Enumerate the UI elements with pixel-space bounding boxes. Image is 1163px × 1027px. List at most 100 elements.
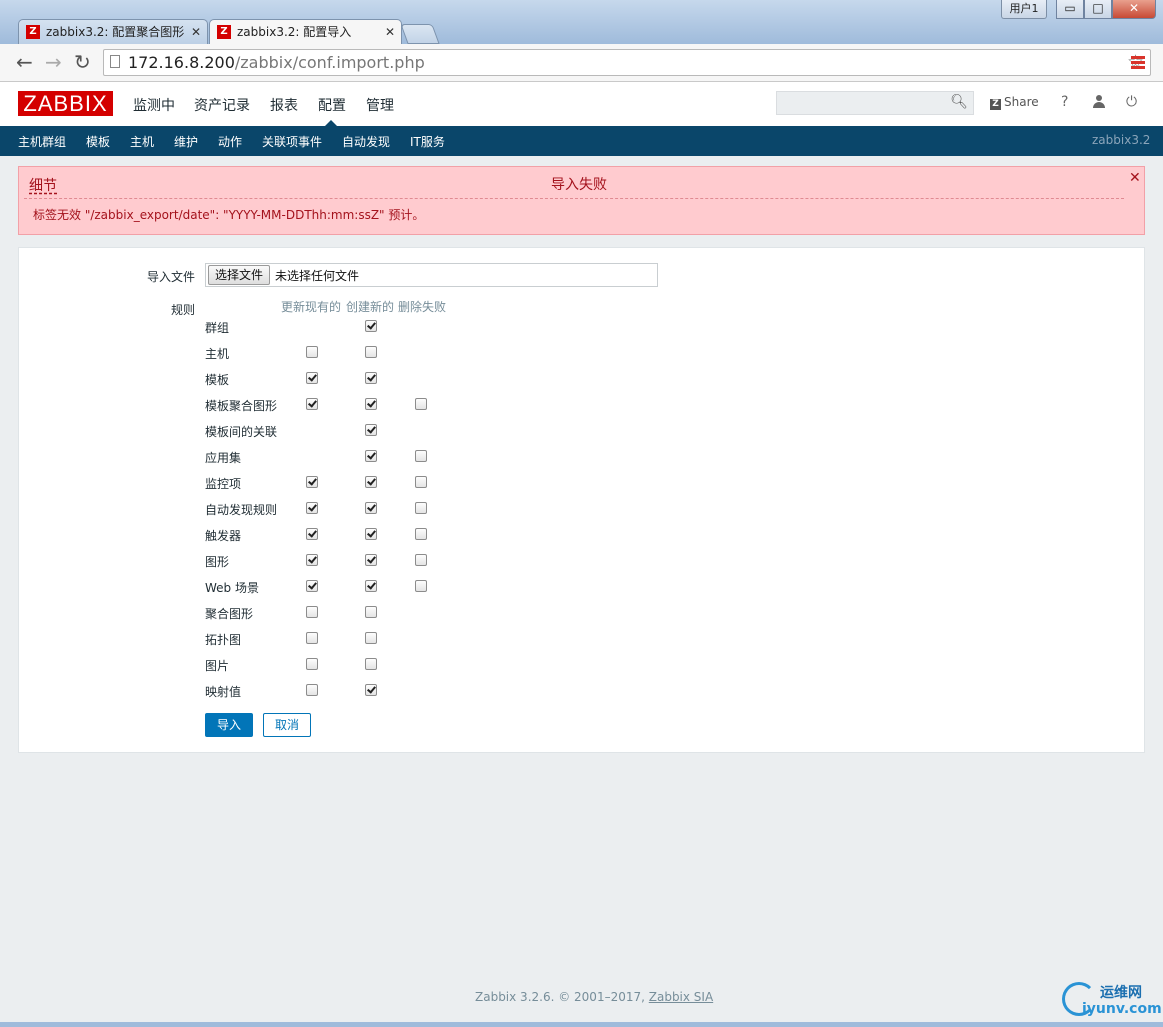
back-arrow-icon[interactable]: ← [16, 51, 33, 73]
subnav-event-correlation[interactable]: 关联项事件 [262, 133, 322, 150]
rule-create-checkbox[interactable] [365, 632, 377, 644]
error-details-toggle[interactable]: 细节 [29, 175, 57, 195]
rule-label: 图形 [205, 555, 230, 569]
rule-delete-checkbox[interactable] [415, 398, 427, 410]
footer-text: Zabbix 3.2.6. © 2001–2017, [475, 990, 649, 1004]
close-icon[interactable]: ✕ [1129, 170, 1141, 186]
rule-create-checkbox[interactable] [365, 424, 377, 436]
rule-create-checkbox[interactable] [365, 450, 377, 462]
rule-create-checkbox[interactable] [365, 320, 377, 332]
rule-label: 聚合图形 [205, 607, 254, 621]
rule-create-checkbox[interactable] [365, 580, 377, 592]
cancel-button[interactable]: 取消 [263, 713, 311, 737]
browser-menu-icon[interactable] [1131, 56, 1145, 71]
url-text[interactable]: 172.16.8.200/zabbix/conf.import.php [128, 53, 425, 72]
rule-delete-checkbox[interactable] [415, 502, 427, 514]
rule-create-checkbox[interactable] [365, 502, 377, 514]
user-profile-icon[interactable] [1092, 95, 1106, 109]
rule-label: 应用集 [205, 451, 242, 465]
rule-delete-checkbox[interactable] [415, 580, 427, 592]
rule-update-checkbox[interactable] [306, 658, 318, 670]
address-bar[interactable]: 172.16.8.200/zabbix/conf.import.php ☆ [103, 49, 1151, 76]
rule-update-checkbox[interactable] [306, 398, 318, 410]
profile-button[interactable]: 用户1 [1001, 0, 1047, 19]
nav-inventory[interactable]: 资产记录 [194, 95, 250, 115]
maximize-button[interactable]: □ [1084, 0, 1112, 19]
rule-update-checkbox[interactable] [306, 684, 318, 696]
subnav-actions[interactable]: 动作 [218, 133, 242, 150]
rule-update-checkbox[interactable] [306, 528, 318, 540]
rule-label: 模板聚合图形 [205, 399, 278, 413]
rule-create-checkbox[interactable] [365, 398, 377, 410]
help-icon[interactable]: ? [1061, 94, 1068, 110]
rule-create-checkbox[interactable] [365, 476, 377, 488]
footer: Zabbix 3.2.6. © 2001–2017, Zabbix SIA [475, 990, 713, 1004]
rule-create-checkbox[interactable] [365, 528, 377, 540]
error-title: 导入失败 [551, 177, 607, 193]
reload-icon[interactable]: ↻ [74, 51, 91, 73]
subnav-discovery[interactable]: 自动发现 [342, 133, 390, 150]
rule-delete-checkbox[interactable] [415, 476, 427, 488]
rule-update-checkbox[interactable] [306, 502, 318, 514]
import-file-label: 导入文件 [147, 270, 196, 284]
rule-create-checkbox[interactable] [365, 658, 377, 670]
rule-update-checkbox[interactable] [306, 606, 318, 618]
forward-arrow-icon[interactable]: → [45, 51, 62, 73]
rule-create-checkbox[interactable] [365, 684, 377, 696]
watermark-cn: 运维网 [1100, 985, 1142, 1001]
error-divider [24, 198, 1124, 199]
close-tab-icon[interactable]: ✕ [191, 20, 201, 45]
close-tab-icon[interactable]: ✕ [385, 20, 395, 45]
column-delete-missing: 删除失败 [398, 300, 447, 314]
subnav-maintenance[interactable]: 维护 [174, 133, 198, 150]
search-icon[interactable]: 🔍︎ [950, 94, 968, 110]
server-name: zabbix3.2 [1092, 133, 1151, 147]
subnav-it-services[interactable]: IT服务 [410, 133, 445, 150]
rule-delete-checkbox[interactable] [415, 450, 427, 462]
rule-update-checkbox[interactable] [306, 554, 318, 566]
rule-label: 群组 [205, 321, 230, 335]
rule-update-checkbox[interactable] [306, 632, 318, 644]
rule-delete-checkbox[interactable] [415, 554, 427, 566]
rule-update-checkbox[interactable] [306, 346, 318, 358]
rule-label: 图片 [205, 659, 230, 673]
sign-out-icon[interactable]: ⏻ [1126, 94, 1137, 110]
browser-tab-2[interactable]: Z zabbix3.2: 配置导入 ✕ [209, 19, 402, 44]
rule-label: 主机 [205, 347, 230, 361]
rule-delete-checkbox[interactable] [415, 528, 427, 540]
tab-title: zabbix3.2: 配置聚合图形 [46, 25, 185, 39]
zabbix-favicon-icon: Z [26, 25, 40, 39]
nav-configuration[interactable]: 配置 [318, 95, 346, 115]
rule-update-checkbox[interactable] [306, 580, 318, 592]
rule-update-checkbox[interactable] [306, 476, 318, 488]
rule-create-checkbox[interactable] [365, 606, 377, 618]
close-window-button[interactable]: ✕ [1112, 0, 1156, 19]
rule-create-checkbox[interactable] [365, 372, 377, 384]
search-input[interactable]: 🔍︎ [776, 91, 974, 115]
file-input[interactable]: 选择文件 未选择任何文件 [205, 263, 658, 287]
nav-monitoring[interactable]: 监测中 [133, 95, 175, 115]
rule-create-checkbox[interactable] [365, 554, 377, 566]
watermark-en: iyunv.com [1082, 1001, 1162, 1017]
subnav-hosts[interactable]: 主机 [130, 133, 154, 150]
choose-file-button[interactable]: 选择文件 [208, 265, 271, 285]
rule-create-checkbox[interactable] [365, 346, 377, 358]
nav-administration[interactable]: 管理 [366, 95, 394, 115]
column-create-new: 创建新的 [346, 300, 395, 314]
watermark-logo: 运维网 iyunv.com [1062, 980, 1162, 1020]
nav-reports[interactable]: 报表 [270, 95, 298, 115]
share-link[interactable]: Z Share [990, 95, 1039, 110]
new-tab-button[interactable] [400, 24, 440, 44]
share-icon: Z [990, 99, 1001, 110]
zabbix-sia-link[interactable]: Zabbix SIA [649, 990, 713, 1004]
browser-tab-1[interactable]: Z zabbix3.2: 配置聚合图形 ✕ [18, 19, 208, 44]
subnav-host-groups[interactable]: 主机群组 [18, 133, 66, 150]
subnav-templates[interactable]: 模板 [86, 133, 110, 150]
rule-label: 监控项 [205, 477, 242, 491]
minimize-button[interactable]: ▭ [1056, 0, 1084, 19]
zabbix-logo[interactable]: ZABBIX [18, 91, 113, 116]
rule-update-checkbox[interactable] [306, 372, 318, 384]
column-update-existing: 更新现有的 [281, 300, 342, 314]
import-form-panel [18, 247, 1145, 753]
import-button[interactable]: 导入 [205, 713, 253, 737]
